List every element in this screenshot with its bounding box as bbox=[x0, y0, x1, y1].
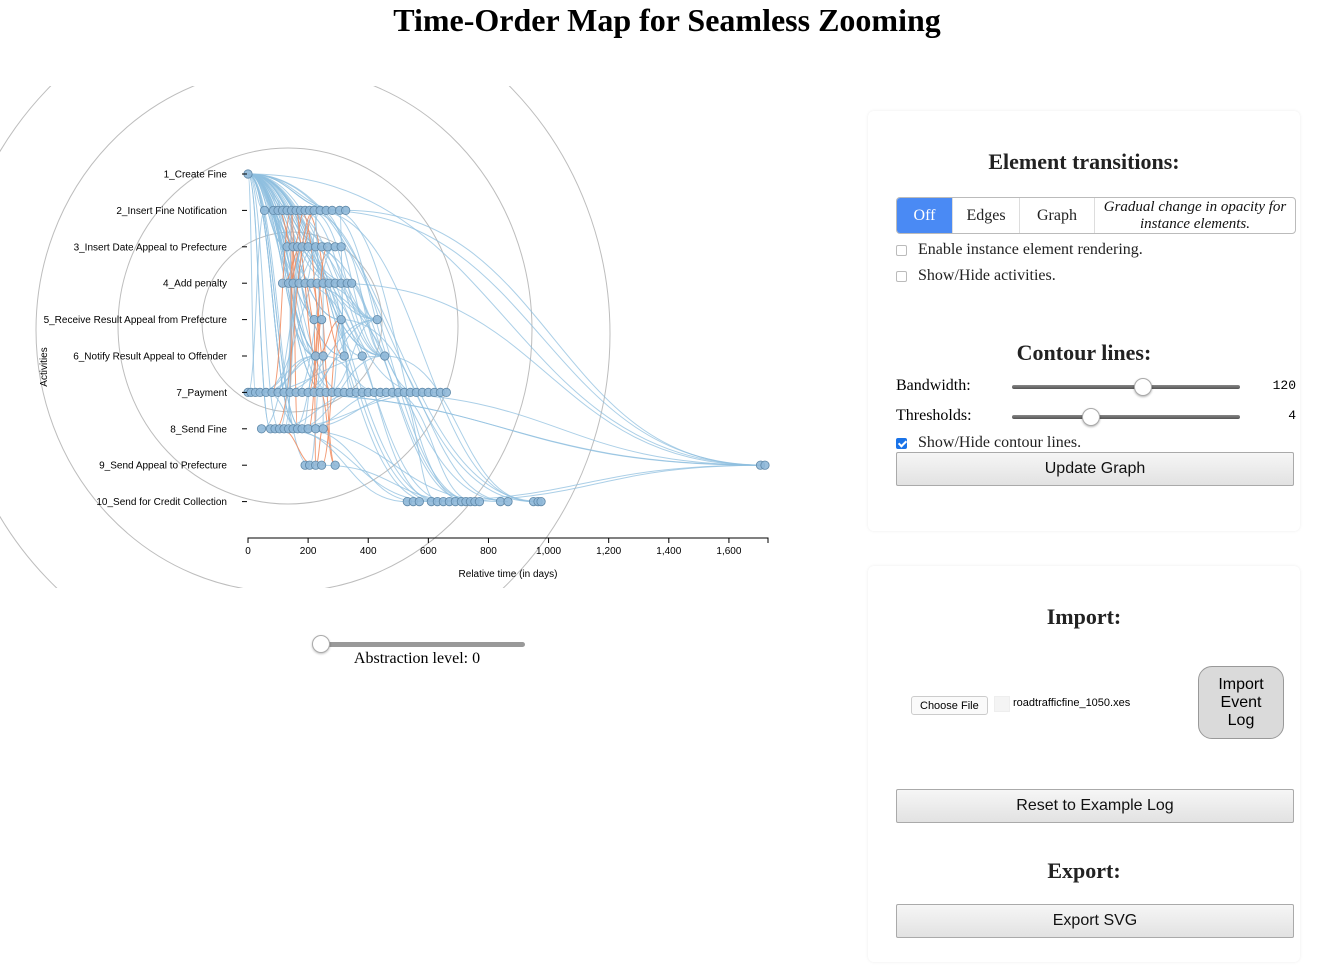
event-point[interactable] bbox=[317, 460, 327, 470]
show-activities-label: Show/Hide activities. bbox=[918, 267, 1056, 284]
x-axis-label: Relative time (in days) bbox=[459, 569, 558, 580]
x-tick-label: 0 bbox=[245, 546, 251, 557]
x-axis: 0 200 400 600 800 1,000 1,200 1,400 1,600 bbox=[245, 537, 769, 557]
event-point[interactable] bbox=[317, 315, 327, 325]
event-point[interactable] bbox=[318, 424, 328, 434]
transition-off-option[interactable]: Off bbox=[897, 198, 953, 233]
activity-label: 3_Insert Date Appeal to Prefecture bbox=[74, 242, 228, 253]
event-point[interactable] bbox=[441, 387, 451, 397]
x-tick-label: 1,400 bbox=[656, 546, 681, 557]
edge bbox=[335, 282, 761, 466]
thresholds-row: Thresholds: 4 bbox=[896, 407, 1296, 427]
activity-label: 7_Payment bbox=[176, 388, 227, 399]
edge bbox=[315, 428, 324, 466]
import-title: Import: bbox=[1046, 604, 1122, 629]
x-tick-label: 1,000 bbox=[536, 546, 561, 557]
event-point[interactable] bbox=[339, 351, 349, 361]
file-icon bbox=[994, 696, 1010, 712]
bandwidth-slider-track[interactable] bbox=[1012, 385, 1240, 389]
event-point[interactable] bbox=[503, 496, 513, 507]
event-point[interactable] bbox=[414, 496, 424, 507]
thresholds-slider-track[interactable] bbox=[1012, 415, 1240, 419]
y-axis: 1_Create Fine 2_Insert Fine Notification 3… bbox=[44, 170, 247, 508]
x-tick-label: 800 bbox=[480, 546, 497, 557]
transition-graph-option[interactable]: Graph bbox=[1020, 198, 1095, 233]
show-activities-row: Show/Hide activities. bbox=[896, 267, 1056, 285]
time-order-map-chart[interactable]: 1_Create Fine 2_Insert Fine Notification 3… bbox=[0, 60, 860, 600]
edge-layer bbox=[247, 173, 765, 503]
settings-panel: Element transitions: Off Edges Graph Gra… bbox=[868, 111, 1300, 531]
activity-label: 6_Notify Result Appeal to Offender bbox=[73, 352, 227, 363]
contour-lines-title: Contour lines: bbox=[1016, 340, 1152, 365]
element-transitions-title: Element transitions: bbox=[988, 149, 1180, 174]
choose-file-button[interactable]: Choose File bbox=[911, 696, 988, 715]
show-activities-checkbox[interactable] bbox=[896, 270, 907, 282]
page-title: Time-Order Map for Seamless Zooming bbox=[393, 2, 941, 38]
event-point[interactable] bbox=[318, 351, 328, 361]
thresholds-slider-thumb[interactable] bbox=[1081, 408, 1100, 426]
x-tick-label: 200 bbox=[300, 546, 317, 557]
event-point[interactable] bbox=[259, 205, 270, 215]
transition-edges-option[interactable]: Edges bbox=[953, 198, 1020, 233]
instance-rendering-label: Enable instance element rendering. bbox=[918, 241, 1143, 258]
reset-example-log-button[interactable]: Reset to Example Log bbox=[896, 789, 1294, 823]
update-graph-button[interactable]: Update Graph bbox=[896, 452, 1294, 486]
bandwidth-label: Bandwidth: bbox=[896, 377, 971, 394]
contour-line bbox=[0, 86, 611, 588]
selected-file-name: roadtrafficfine_1050.xes bbox=[1013, 697, 1131, 709]
activity-label: 10_Send for Credit Collection bbox=[96, 497, 227, 508]
event-point[interactable] bbox=[330, 460, 340, 470]
export-svg-button[interactable]: Export SVG bbox=[896, 904, 1294, 938]
edge bbox=[345, 209, 761, 466]
x-tick-label: 1,600 bbox=[716, 546, 741, 557]
y-axis-label: Activities bbox=[39, 347, 50, 386]
transition-description: Gradual change in opacity for instance e… bbox=[1103, 198, 1287, 232]
abstraction-slider[interactable]: Abstraction level: 0 bbox=[312, 634, 527, 684]
contour-lines bbox=[0, 86, 611, 588]
activity-label: 5_Receive Result Appeal from Prefecture bbox=[44, 315, 228, 326]
activity-label: 2_Insert Fine Notification bbox=[116, 206, 227, 217]
instance-rendering-row: Enable instance element rendering. bbox=[896, 241, 1143, 259]
event-point[interactable] bbox=[341, 205, 351, 215]
contour-lines-checkbox[interactable] bbox=[896, 437, 907, 449]
event-point[interactable] bbox=[380, 351, 390, 361]
activity-label: 4_Add penalty bbox=[163, 279, 227, 290]
x-tick-label: 600 bbox=[420, 546, 437, 557]
event-point[interactable] bbox=[347, 278, 357, 288]
thresholds-label: Thresholds: bbox=[896, 407, 972, 424]
instance-rendering-checkbox[interactable] bbox=[896, 244, 907, 256]
event-point[interactable] bbox=[760, 460, 770, 470]
event-point[interactable] bbox=[357, 351, 367, 361]
bandwidth-row: Bandwidth: 120 bbox=[896, 377, 1296, 397]
edge bbox=[275, 428, 438, 503]
x-tick-label: 400 bbox=[360, 546, 377, 557]
contour-lines-label: Show/Hide contour lines. bbox=[918, 434, 1082, 451]
bandwidth-slider-thumb[interactable] bbox=[1133, 378, 1152, 396]
import-event-log-button[interactable]: Import Event Log bbox=[1198, 666, 1284, 739]
activity-label: 1_Create Fine bbox=[164, 170, 228, 181]
abstraction-slider-track[interactable] bbox=[314, 642, 525, 647]
x-tick-label: 1,200 bbox=[596, 546, 621, 557]
event-point[interactable] bbox=[336, 242, 346, 252]
transition-mode-control: Off Edges Graph Gradual change in opacit… bbox=[896, 197, 1296, 234]
import-export-panel: Import: Choose File roadtrafficfine_1050… bbox=[868, 566, 1300, 962]
activity-label: 8_Send Fine bbox=[170, 424, 227, 435]
event-point[interactable] bbox=[474, 496, 485, 507]
event-point[interactable] bbox=[536, 496, 546, 507]
contour-lines-row: Show/Hide contour lines. bbox=[896, 434, 1081, 452]
thresholds-value: 4 bbox=[1288, 408, 1296, 423]
x-axis-line bbox=[247, 537, 769, 543]
event-point[interactable] bbox=[256, 424, 267, 434]
abstraction-level-label: Abstraction level: 0 bbox=[353, 650, 481, 667]
event-point[interactable] bbox=[336, 315, 346, 325]
bandwidth-value: 120 bbox=[1272, 378, 1296, 393]
event-point[interactable] bbox=[372, 315, 382, 325]
activity-label: 9_Send Appeal to Prefecture bbox=[99, 461, 227, 472]
export-title: Export: bbox=[1047, 858, 1121, 883]
